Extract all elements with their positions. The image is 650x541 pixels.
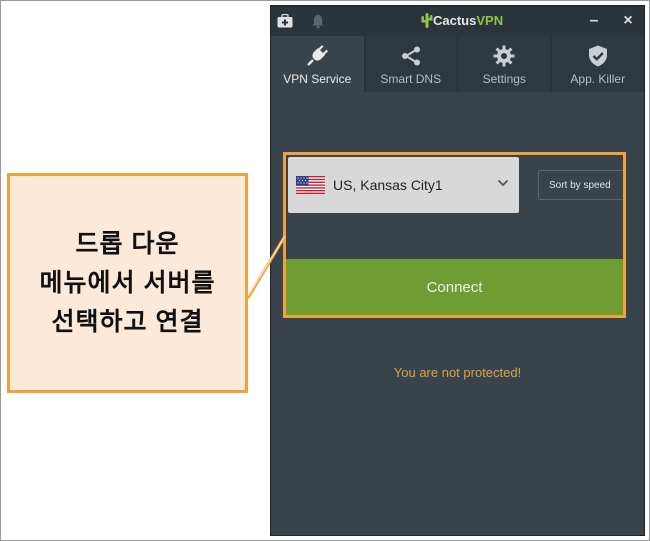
- callout-line-1: 드롭 다운: [75, 229, 180, 258]
- callout-line-2: 메뉴에서 서버를: [39, 268, 216, 297]
- instruction-callout: 드롭 다운 메뉴에서 서버를 선택하고 연결: [7, 173, 248, 393]
- callout-line-3: 선택하고 연결: [51, 307, 204, 336]
